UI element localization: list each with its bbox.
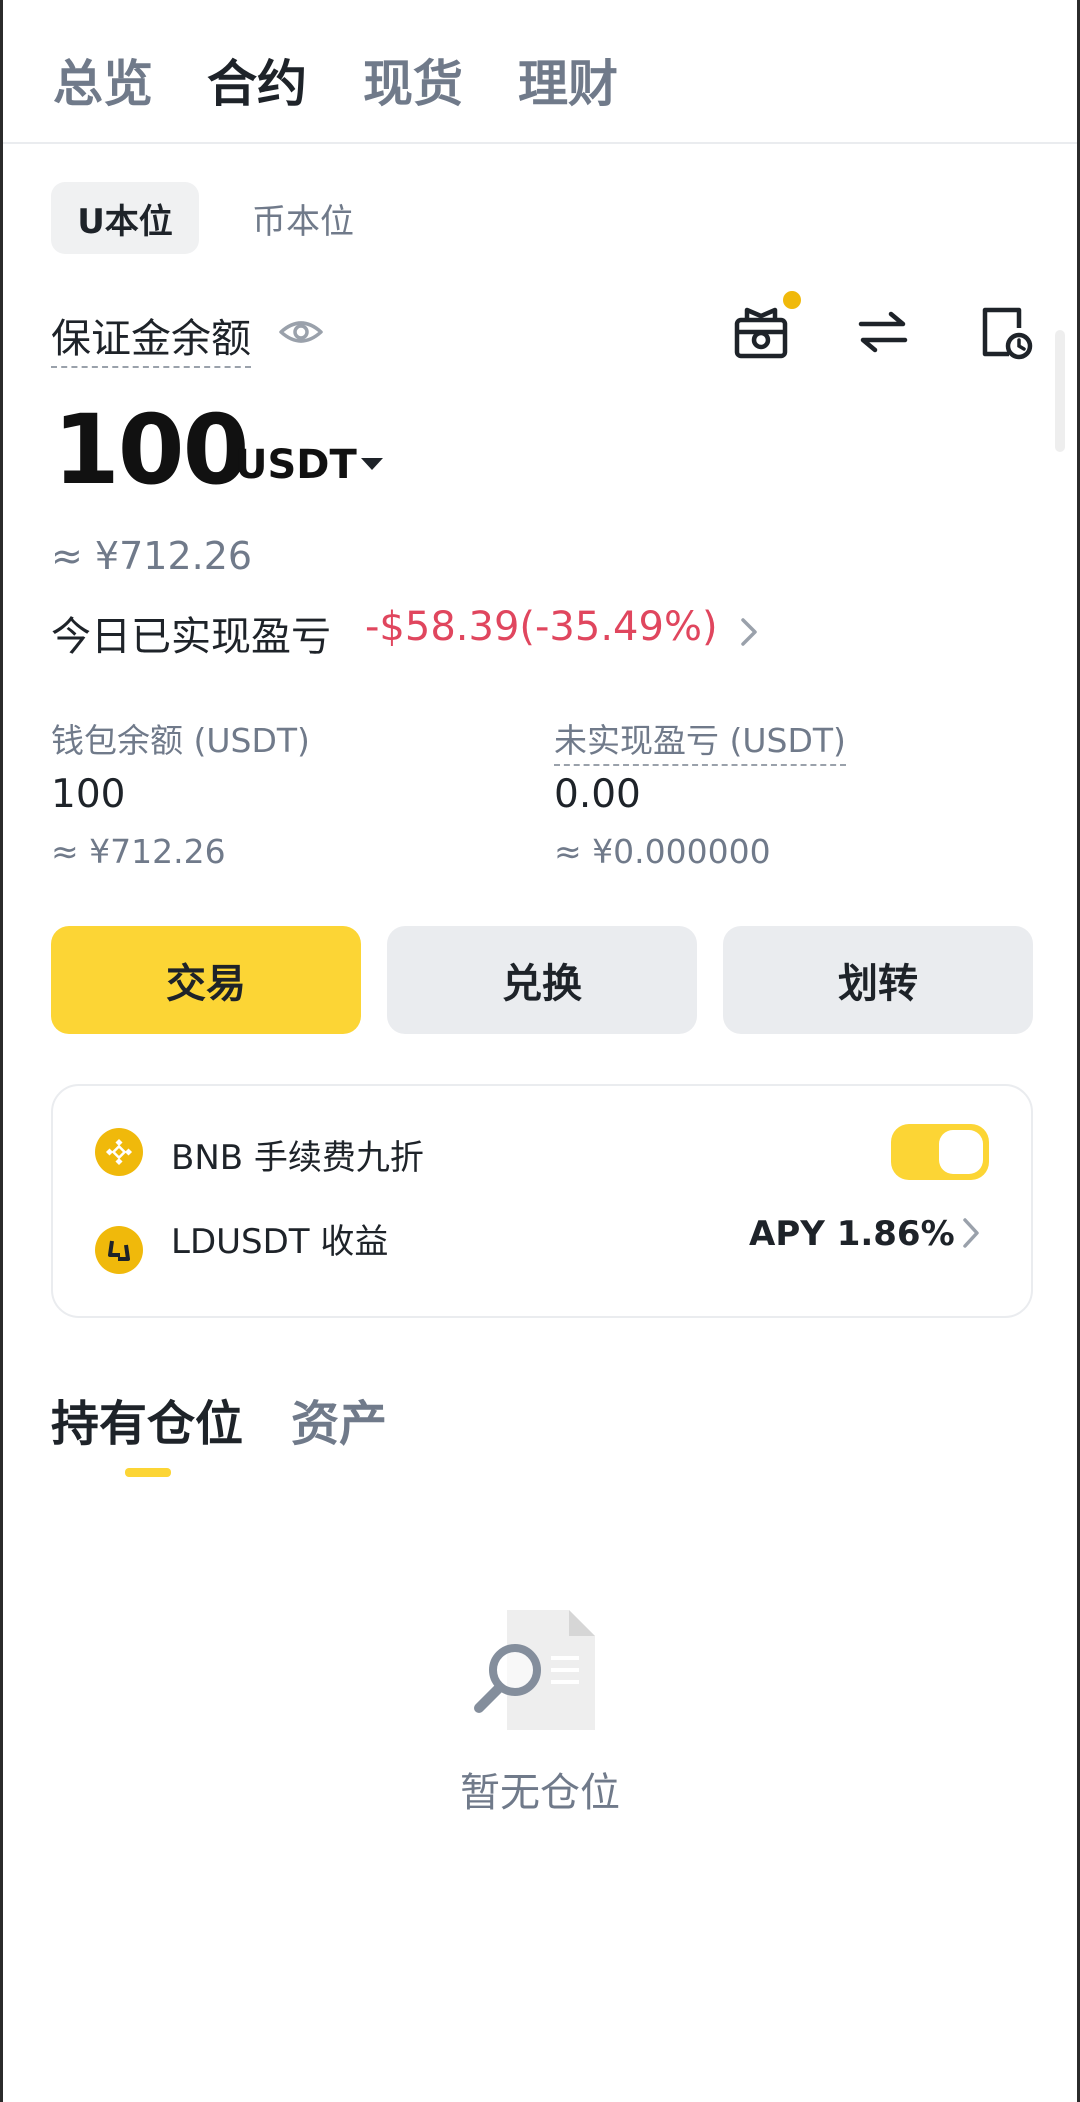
tab-assets[interactable]: 资产 bbox=[291, 1384, 387, 1454]
balance-amount: 100 bbox=[53, 394, 249, 506]
wallet-balance-value: 100 bbox=[51, 772, 126, 817]
notification-dot bbox=[780, 288, 804, 312]
tab-positions[interactable]: 持有仓位 bbox=[51, 1384, 243, 1454]
bnb-coin-icon bbox=[95, 1128, 143, 1176]
empty-search-document-icon bbox=[471, 1606, 601, 1740]
chevron-right-icon[interactable] bbox=[739, 616, 759, 652]
unrealized-pnl-label[interactable]: 未实现盈亏 (USDT) bbox=[554, 714, 846, 766]
trade-button[interactable]: 交易 bbox=[51, 926, 361, 1034]
tab-usdm[interactable]: U本位 bbox=[51, 182, 199, 254]
wallet-balance-cny: ≈ ¥712.26 bbox=[51, 832, 226, 871]
apy-value[interactable]: APY 1.86% bbox=[749, 1214, 955, 1254]
chevron-down-icon[interactable] bbox=[361, 458, 383, 470]
active-tab-indicator bbox=[125, 1468, 171, 1477]
wallet-balance-label: 钱包余额 (USDT) bbox=[51, 721, 310, 760]
fee-earn-card: BNB 手续费九折 LDUSDT 收益 APY 1.86% bbox=[51, 1084, 1033, 1318]
today-pnl-label[interactable]: 今日已实现盈亏 bbox=[51, 604, 331, 662]
history-clock-icon[interactable] bbox=[979, 304, 1035, 366]
margin-balance-label[interactable]: 保证金余额 bbox=[51, 306, 251, 368]
bnb-fee-toggle[interactable] bbox=[891, 1124, 989, 1180]
transfer-arrows-icon[interactable] bbox=[857, 310, 909, 358]
tab-futures[interactable]: 合约 bbox=[207, 44, 307, 116]
tab-overview[interactable]: 总览 bbox=[53, 44, 153, 116]
tab-earn[interactable]: 理财 bbox=[518, 44, 618, 116]
gift-icon[interactable] bbox=[733, 302, 789, 364]
ldusdt-coin-icon bbox=[95, 1226, 143, 1274]
empty-state-text: 暂无仓位 bbox=[460, 1770, 620, 1816]
futures-overview-page: 总览 合约 现货 理财 U本位 币本位 保证金余额 100 USDT ≈ ¥71… bbox=[0, 0, 1080, 2102]
top-divider bbox=[3, 142, 1077, 144]
convert-button[interactable]: 兑换 bbox=[387, 926, 697, 1034]
eye-icon[interactable] bbox=[277, 312, 325, 356]
unrealized-pnl-value: 0.00 bbox=[554, 772, 641, 817]
toggle-knob bbox=[939, 1130, 983, 1174]
transfer-button[interactable]: 划转 bbox=[723, 926, 1033, 1034]
tab-coinm[interactable]: 币本位 bbox=[227, 182, 379, 254]
balance-unit[interactable]: USDT bbox=[235, 442, 357, 488]
unrealized-pnl-cny: ≈ ¥0.000000 bbox=[554, 832, 771, 871]
chevron-right-icon[interactable] bbox=[961, 1216, 981, 1254]
today-pnl-value[interactable]: -$58.39(-35.49%) bbox=[365, 604, 718, 650]
ldusdt-earn-label[interactable]: LDUSDT 收益 bbox=[171, 1214, 388, 1263]
tab-spot[interactable]: 现货 bbox=[363, 44, 463, 116]
scrollbar[interactable] bbox=[1055, 330, 1065, 452]
bnb-fee-label: BNB 手续费九折 bbox=[171, 1138, 424, 1178]
balance-cny: ≈ ¥712.26 bbox=[51, 534, 253, 578]
